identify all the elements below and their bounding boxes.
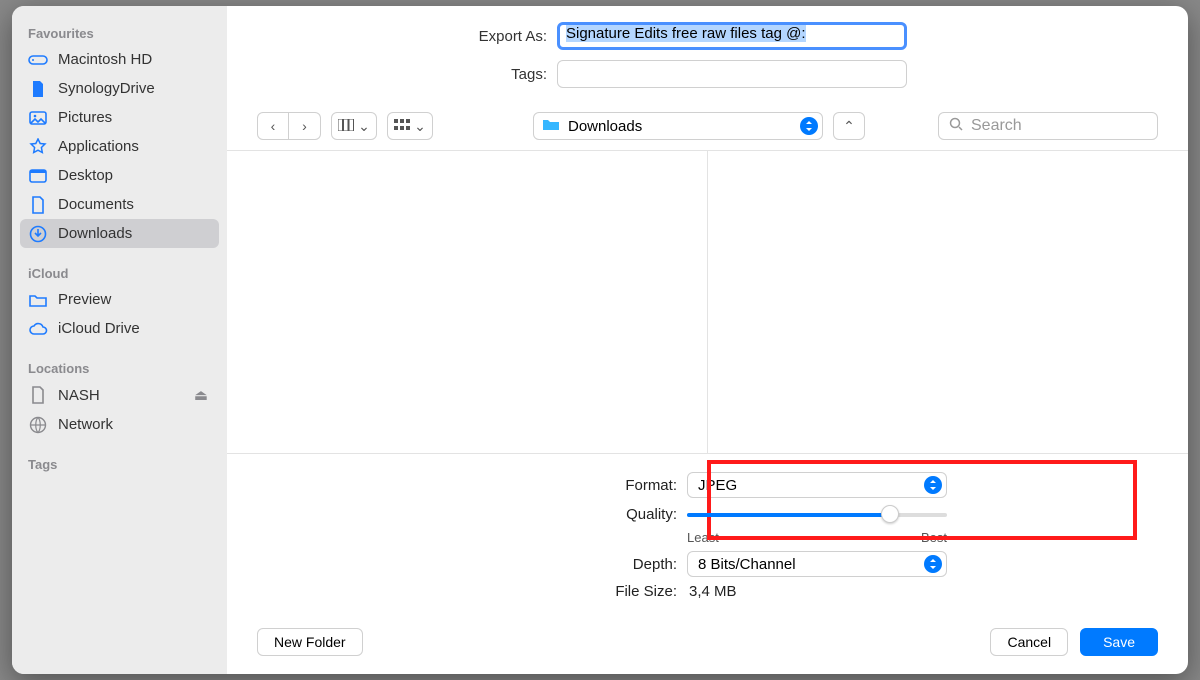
new-folder-button[interactable]: New Folder bbox=[257, 628, 363, 656]
export-as-label: Export As: bbox=[257, 28, 557, 45]
browser-column[interactable] bbox=[708, 151, 1188, 453]
forward-button[interactable]: › bbox=[289, 112, 321, 140]
section-locations: Locations bbox=[20, 355, 219, 380]
desktop-icon bbox=[28, 168, 48, 184]
save-button[interactable]: Save bbox=[1080, 628, 1158, 656]
sidebar-item-label: Documents bbox=[58, 196, 134, 213]
sidebar-item-icloud-drive[interactable]: iCloud Drive bbox=[20, 314, 219, 343]
sidebar-item-label: Desktop bbox=[58, 167, 113, 184]
image-icon bbox=[28, 110, 48, 126]
sidebar-item-preview[interactable]: Preview bbox=[20, 285, 219, 314]
cloud-icon bbox=[28, 321, 48, 337]
chevron-up-icon: ⌃ bbox=[843, 118, 855, 135]
chevron-down-icon: ⌄ bbox=[358, 118, 370, 135]
document-icon bbox=[28, 387, 48, 403]
globe-icon bbox=[28, 417, 48, 433]
sidebar-item-documents[interactable]: Documents bbox=[20, 190, 219, 219]
columns-icon bbox=[338, 118, 354, 134]
sidebar-item-label: Pictures bbox=[58, 109, 112, 126]
tags-label: Tags: bbox=[257, 66, 557, 83]
section-favourites: Favourites bbox=[20, 20, 219, 45]
sidebar-item-network[interactable]: Network bbox=[20, 410, 219, 439]
sidebar-item-label: NASH bbox=[58, 387, 100, 404]
location-label: Downloads bbox=[568, 118, 642, 135]
updown-icon bbox=[800, 117, 818, 135]
quality-slider[interactable] bbox=[687, 504, 947, 524]
sidebar: Favourites Macintosh HD SynologyDrive Pi… bbox=[12, 6, 227, 674]
quality-label: Quality: bbox=[257, 506, 687, 523]
depth-value: 8 Bits/Channel bbox=[698, 556, 796, 573]
chevron-down-icon: ⌄ bbox=[414, 118, 426, 135]
grid-icon bbox=[394, 118, 410, 134]
main-panel: Export As: Signature Edits free raw file… bbox=[227, 6, 1188, 674]
section-icloud: iCloud bbox=[20, 260, 219, 285]
depth-select[interactable]: 8 Bits/Channel bbox=[687, 551, 947, 577]
sidebar-item-label: Macintosh HD bbox=[58, 51, 152, 68]
chevron-left-icon: ‹ bbox=[271, 118, 276, 134]
sidebar-item-label: Downloads bbox=[58, 225, 132, 242]
sidebar-item-desktop[interactable]: Desktop bbox=[20, 161, 219, 190]
depth-label: Depth: bbox=[257, 556, 687, 573]
document-icon bbox=[28, 81, 48, 97]
eject-icon[interactable]: ⏏ bbox=[191, 386, 211, 404]
download-icon bbox=[28, 226, 48, 242]
sidebar-item-macintosh-hd[interactable]: Macintosh HD bbox=[20, 45, 219, 74]
folder-icon bbox=[28, 292, 48, 308]
format-select[interactable]: JPEG bbox=[687, 472, 947, 498]
file-browser[interactable] bbox=[227, 150, 1188, 454]
disk-icon bbox=[28, 52, 48, 68]
sidebar-item-label: iCloud Drive bbox=[58, 320, 140, 337]
browser-column[interactable] bbox=[227, 151, 708, 453]
group-button[interactable]: ⌄ bbox=[387, 112, 433, 140]
export-dialog: Favourites Macintosh HD SynologyDrive Pi… bbox=[12, 6, 1188, 674]
sidebar-item-label: Network bbox=[58, 416, 113, 433]
section-tags: Tags bbox=[20, 451, 219, 476]
view-columns-button[interactable]: ⌄ bbox=[331, 112, 377, 140]
filename-input[interactable]: Signature Edits free raw files tag @: bbox=[557, 22, 907, 50]
quality-max-label: Best bbox=[921, 530, 947, 545]
back-button[interactable]: ‹ bbox=[257, 112, 289, 140]
filesize-label: File Size: bbox=[257, 583, 687, 600]
sidebar-item-applications[interactable]: Applications bbox=[20, 132, 219, 161]
app-icon bbox=[28, 139, 48, 155]
sidebar-item-pictures[interactable]: Pictures bbox=[20, 103, 219, 132]
filesize-value: 3,4 MB bbox=[687, 583, 737, 600]
location-popup[interactable]: Downloads bbox=[533, 112, 823, 140]
sidebar-item-label: Preview bbox=[58, 291, 111, 308]
search-input[interactable]: Search bbox=[938, 112, 1158, 140]
search-placeholder: Search bbox=[971, 117, 1022, 135]
updown-icon bbox=[924, 555, 942, 573]
sidebar-item-nash[interactable]: NASH ⏏ bbox=[20, 380, 219, 410]
document-icon bbox=[28, 197, 48, 213]
toolbar: ‹ › ⌄ ⌄ Downloads ⌃ Search bbox=[227, 98, 1188, 150]
search-icon bbox=[949, 117, 963, 136]
chevron-right-icon: › bbox=[302, 118, 307, 134]
cancel-button[interactable]: Cancel bbox=[990, 628, 1068, 656]
tags-input[interactable] bbox=[557, 60, 907, 88]
sidebar-item-downloads[interactable]: Downloads bbox=[20, 219, 219, 248]
sidebar-item-label: SynologyDrive bbox=[58, 80, 155, 97]
collapse-button[interactable]: ⌃ bbox=[833, 112, 865, 140]
quality-min-label: Least bbox=[687, 530, 719, 545]
sidebar-item-synologydrive[interactable]: SynologyDrive bbox=[20, 74, 219, 103]
format-value: JPEG bbox=[698, 477, 737, 494]
format-label: Format: bbox=[257, 477, 687, 494]
updown-icon bbox=[924, 476, 942, 494]
sidebar-item-label: Applications bbox=[58, 138, 139, 155]
folder-icon bbox=[542, 117, 560, 135]
